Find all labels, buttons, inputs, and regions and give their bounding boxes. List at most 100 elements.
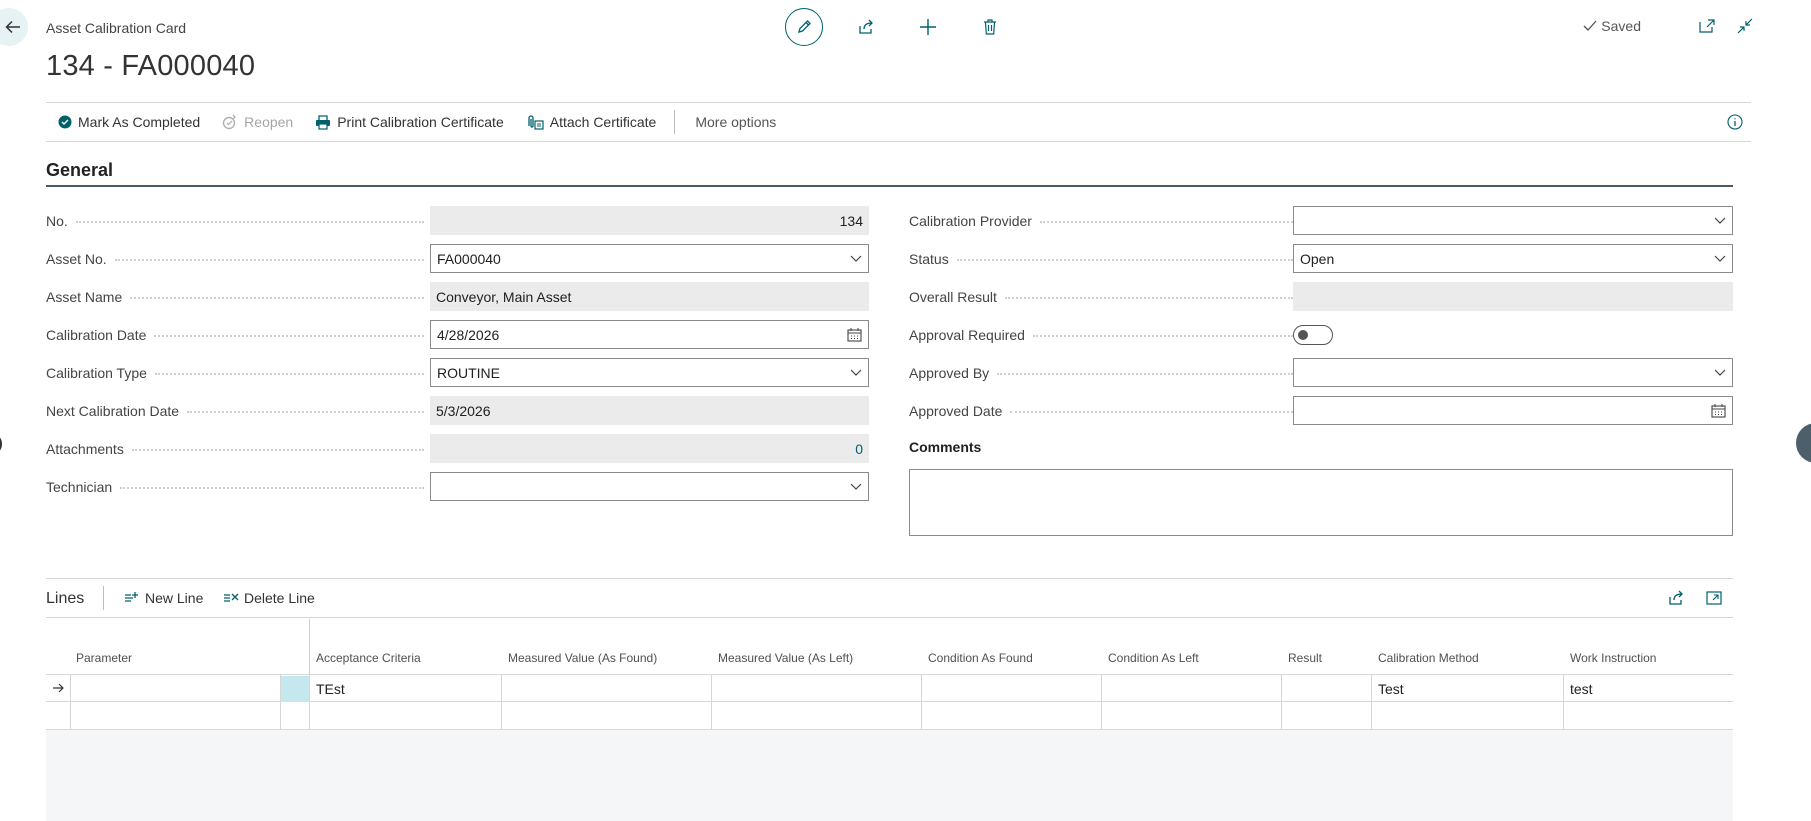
- calibration-provider-field[interactable]: [1293, 206, 1733, 235]
- col-measured-left[interactable]: Measured Value (As Left): [718, 651, 853, 665]
- action-bar-divider: [674, 110, 676, 134]
- approval-required-label: Approval Required: [909, 321, 1293, 349]
- selected-cell[interactable]: [281, 676, 309, 702]
- calibration-date-field[interactable]: 4/28/2026: [430, 320, 869, 349]
- info-button[interactable]: [1727, 114, 1743, 133]
- asset-name-field: Conveyor, Main Asset: [430, 282, 869, 311]
- delete-button[interactable]: [971, 8, 1009, 46]
- approved-by-field[interactable]: [1293, 358, 1733, 387]
- check-icon: [1583, 20, 1597, 31]
- col-condition-found[interactable]: Condition As Found: [928, 651, 1033, 665]
- print-certificate-button[interactable]: Print Calibration Certificate: [315, 114, 504, 130]
- open-new-window-button[interactable]: [1699, 19, 1715, 33]
- print-certificate-label: Print Calibration Certificate: [337, 114, 504, 130]
- check-circle-icon: [58, 115, 72, 129]
- new-button[interactable]: [909, 8, 947, 46]
- comments-label: Comments: [909, 439, 982, 455]
- chevron-down-icon[interactable]: [850, 369, 862, 377]
- general-section-title[interactable]: General: [46, 160, 113, 181]
- toggle-knob: [1298, 330, 1308, 340]
- collapse-icon: [1737, 18, 1753, 34]
- col-condition-left[interactable]: Condition As Left: [1108, 651, 1199, 665]
- edit-button[interactable]: [785, 8, 823, 46]
- col-measured-found[interactable]: Measured Value (As Found): [508, 651, 657, 665]
- col-acceptance-criteria[interactable]: Acceptance Criteria: [316, 651, 421, 665]
- comments-textarea[interactable]: [909, 469, 1733, 536]
- chevron-down-icon[interactable]: [1714, 369, 1726, 377]
- asset-no-field[interactable]: FA000040: [430, 244, 869, 273]
- lines-title[interactable]: Lines: [46, 590, 84, 608]
- delete-line-button[interactable]: Delete Line: [223, 590, 315, 606]
- chevron-down-icon[interactable]: [1714, 255, 1726, 263]
- share-icon: [859, 19, 873, 34]
- delete-line-label: Delete Line: [244, 590, 315, 606]
- section-divider: [46, 185, 1733, 187]
- attachments-label: Attachments: [46, 435, 424, 463]
- calibration-date-label: Calibration Date: [46, 321, 424, 349]
- no-field: 134: [430, 206, 869, 235]
- mark-completed-button[interactable]: Mark As Completed: [58, 114, 200, 130]
- grid-empty-area: [46, 730, 1733, 821]
- cell-calibration-method[interactable]: Test: [1378, 681, 1404, 697]
- table-row[interactable]: TEst Test test: [46, 674, 1733, 702]
- breadcrumb: Asset Calibration Card: [46, 20, 187, 36]
- approved-by-label: Approved By: [909, 359, 1293, 387]
- col-calibration-method[interactable]: Calibration Method: [1378, 651, 1479, 665]
- edge-handle[interactable]: [0, 436, 2, 452]
- technician-label: Technician: [46, 473, 424, 501]
- more-options-button[interactable]: More options: [695, 114, 776, 130]
- side-panel-handle[interactable]: [1796, 423, 1811, 463]
- technician-field[interactable]: [430, 472, 869, 501]
- new-line-icon: [125, 592, 138, 602]
- status-field[interactable]: Open: [1293, 244, 1733, 273]
- chevron-down-icon[interactable]: [850, 483, 862, 491]
- lines-expand-button[interactable]: [1706, 590, 1722, 606]
- col-work-instruction[interactable]: Work Instruction: [1570, 651, 1656, 665]
- status-label: Status: [909, 245, 1293, 273]
- no-label: No.: [46, 207, 424, 235]
- lines-toolbar-bottom: [46, 617, 1733, 618]
- cell-work-instruction[interactable]: test: [1570, 681, 1593, 697]
- calibration-date-value: 4/28/2026: [437, 326, 500, 343]
- calendar-icon[interactable]: [847, 327, 862, 342]
- new-line-button[interactable]: New Line: [124, 590, 203, 606]
- attach-certificate-label: Attach Certificate: [549, 114, 657, 130]
- attachments-field[interactable]: 0: [430, 434, 869, 463]
- approval-required-toggle[interactable]: [1293, 325, 1333, 345]
- approved-date-field[interactable]: [1293, 396, 1733, 425]
- collapse-button[interactable]: [1737, 18, 1753, 34]
- col-parameter[interactable]: Parameter: [76, 651, 132, 665]
- next-calibration-date-field: 5/3/2026: [430, 396, 869, 425]
- calendar-icon[interactable]: [1711, 403, 1726, 418]
- plus-icon: [920, 19, 936, 35]
- saved-status: Saved: [1583, 18, 1641, 34]
- calibration-provider-label: Calibration Provider: [909, 207, 1293, 235]
- trash-icon: [984, 19, 996, 35]
- chevron-down-icon[interactable]: [1714, 217, 1726, 225]
- attachments-count[interactable]: 0: [855, 441, 863, 457]
- calibration-type-field[interactable]: ROUTINE: [430, 358, 869, 387]
- arrow-right-icon: [53, 683, 64, 693]
- asset-no-label: Asset No.: [46, 245, 424, 273]
- reopen-button[interactable]: Reopen: [222, 114, 293, 130]
- saved-label: Saved: [1601, 18, 1641, 34]
- next-calibration-date-label: Next Calibration Date: [46, 397, 424, 425]
- back-button[interactable]: [0, 8, 28, 46]
- reopen-icon: [222, 114, 237, 130]
- col-result[interactable]: Result: [1288, 651, 1322, 665]
- cell-acceptance-criteria[interactable]: TEst: [316, 681, 345, 697]
- lines-share-button[interactable]: [1668, 590, 1684, 606]
- overall-result-label: Overall Result: [909, 283, 1293, 311]
- share-button[interactable]: [847, 8, 885, 46]
- top-actions: [785, 8, 1033, 46]
- asset-no-value: FA000040: [437, 250, 501, 267]
- chevron-down-icon[interactable]: [850, 255, 862, 263]
- mark-completed-label: Mark As Completed: [78, 114, 201, 130]
- overall-result-field: [1293, 282, 1733, 311]
- attach-certificate-button[interactable]: Attach Certificate: [526, 114, 657, 130]
- table-row[interactable]: [46, 702, 1733, 730]
- attach-icon: [528, 115, 544, 130]
- status-value: Open: [1300, 250, 1335, 267]
- reopen-label: Reopen: [244, 114, 294, 130]
- arrow-left-icon: [5, 20, 20, 34]
